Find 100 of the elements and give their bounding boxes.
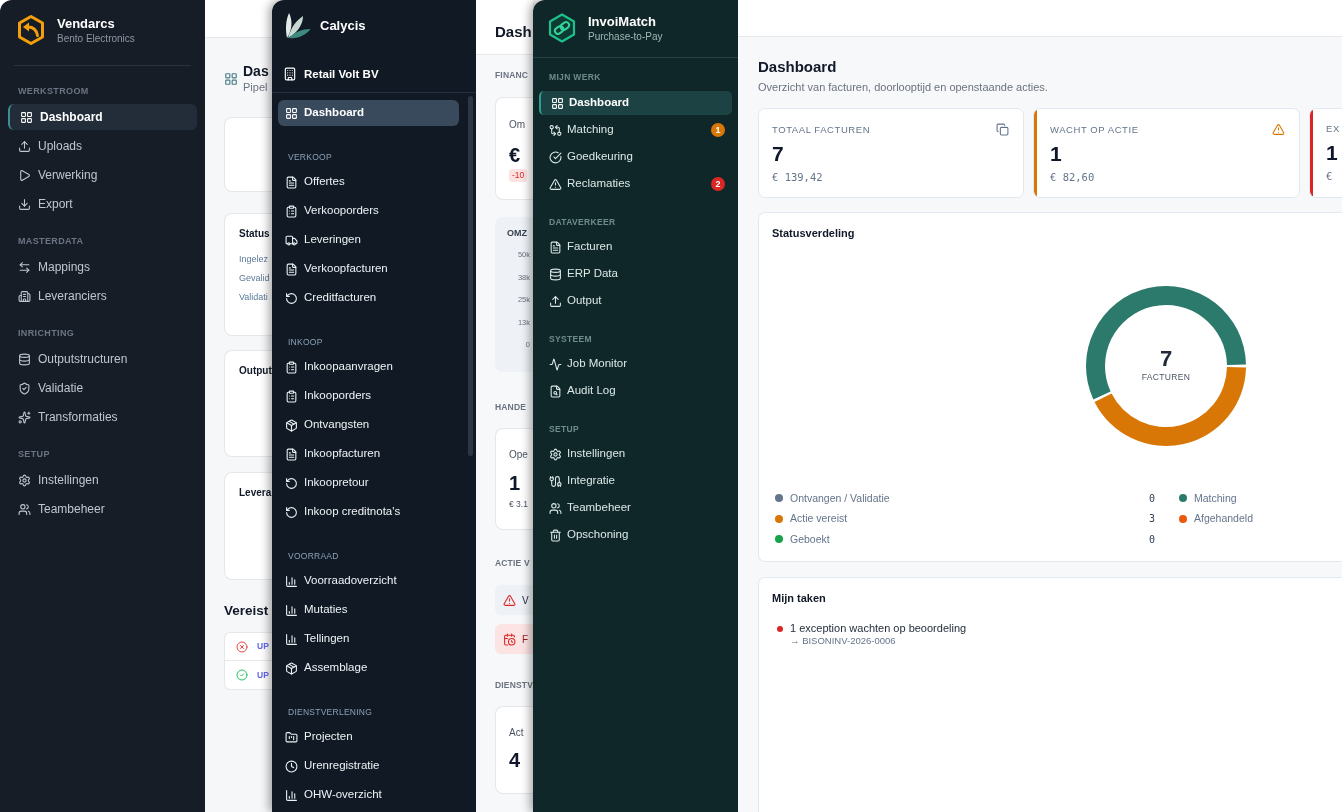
section-label: DIENSTV [495, 680, 533, 690]
row-text: UP [257, 641, 269, 652]
page-subtitle: Pipel [243, 80, 269, 94]
legend-label: Matching [1194, 491, 1237, 505]
nav-item[interactable]: Inkooporders [278, 383, 459, 409]
nav-item[interactable]: Mutaties [278, 597, 459, 623]
urgent-alert[interactable]: F [495, 624, 533, 654]
folder-icon [285, 730, 298, 744]
nav-item[interactable]: Inkoopretour [278, 470, 459, 496]
nav-item[interactable]: Assemblage [278, 655, 459, 681]
database-icon [549, 267, 562, 281]
task-text: 1 exception wachten op beoordeling [790, 621, 967, 635]
card-title: Status [239, 227, 271, 240]
bar-chart-icon [285, 788, 298, 802]
pulse-icon [549, 357, 562, 371]
section-label: DATAVERKEER [548, 217, 617, 227]
nav-item[interactable]: Instellingen [539, 442, 732, 466]
nav-item[interactable]: Offertes [278, 169, 459, 195]
clock-icon [285, 759, 298, 773]
alert-row[interactable]: V [495, 585, 533, 615]
document-icon [285, 447, 298, 461]
nav-item[interactable]: Output [539, 289, 732, 313]
nav-item[interactable]: Outputstructuren [8, 346, 197, 372]
nav-item[interactable]: Inkoop creditnota's [278, 499, 459, 525]
nav-item[interactable]: Transformaties [8, 404, 197, 430]
bar-chart-icon [285, 603, 298, 617]
legend-count: 0 [1148, 491, 1155, 505]
nav-item[interactable]: Instellingen [8, 467, 197, 493]
card-amount: € 3.1 [509, 499, 528, 510]
nav-item[interactable]: Inkoopaanvragen [278, 354, 459, 380]
card-label: Om [509, 119, 526, 131]
stat-label: EX [1326, 123, 1340, 135]
nav-item[interactable]: Projecten [278, 724, 459, 750]
nav-item[interactable]: Goedkeuring [539, 145, 732, 169]
app-tagline: Purchase-to-Pay [588, 29, 663, 43]
section-label: INKOOP [287, 337, 324, 347]
organization-name: Retail Volt BV [304, 67, 379, 81]
trash-icon [549, 528, 562, 542]
nav-item[interactable]: Verkoopfacturen [278, 256, 459, 282]
stat-amount: € [1326, 169, 1334, 183]
section-label: SETUP [17, 449, 51, 460]
truck-icon [285, 233, 298, 247]
nav-item[interactable]: Export [8, 191, 197, 217]
section-label: VOORRAAD [287, 551, 340, 561]
nav-item[interactable]: Dashboard [278, 100, 459, 126]
stat-label: TOTAAL FACTUREN [772, 123, 871, 136]
database-icon [18, 352, 31, 366]
total-value: 7 [1159, 345, 1173, 372]
nav-item[interactable]: Validatie [8, 375, 197, 401]
nav-item[interactable]: Teambeheer [8, 496, 197, 522]
nav-item[interactable]: Integratie [539, 469, 732, 493]
legend-label: Geboekt [790, 532, 830, 546]
status-label: Gevalid [239, 272, 271, 284]
nav-item[interactable]: Leveranciers [8, 283, 197, 309]
stat-amount: € 139,42 [772, 170, 824, 184]
warning-icon [503, 593, 516, 607]
scrollbar-thumb[interactable] [468, 96, 473, 456]
nav-item[interactable]: Mappings [8, 254, 197, 280]
nav-item[interactable]: Opschoning [539, 523, 732, 547]
stat-value: 1 [1326, 142, 1339, 164]
task-reference: → BISONINV-2026-0006 [790, 635, 897, 647]
nav-item[interactable]: Verwerking [8, 162, 197, 188]
nav-item[interactable]: Inkoopfacturen [278, 441, 459, 467]
users-icon [18, 502, 31, 516]
nav-item[interactable]: Dashboard [539, 91, 732, 115]
row-text: UP [257, 669, 269, 681]
legend-label: Ontvangen / Validatie [790, 491, 890, 505]
nav-item[interactable]: Job Monitor [539, 352, 732, 376]
card-label: Act [509, 727, 524, 739]
nav-item[interactable]: Teambeheer [539, 496, 732, 520]
nav-item[interactable]: Voorraadoverzicht [278, 568, 459, 594]
nav-item[interactable]: Facturen [539, 235, 732, 259]
nav-item[interactable]: Matching 1 [539, 118, 732, 142]
nav-item[interactable]: Verkooporders [278, 198, 459, 224]
undo-icon [285, 476, 298, 490]
nav-item[interactable]: Creditfacturen [278, 285, 459, 311]
section-title: Vereist [224, 602, 270, 619]
nav-item[interactable]: Urenregistratie [278, 753, 459, 779]
total-label: FACTUREN [1141, 371, 1191, 383]
nav-item[interactable]: Uploads [8, 133, 197, 159]
nav-item[interactable]: Leveringen [278, 227, 459, 253]
undo-icon [285, 291, 298, 305]
nav-item[interactable]: Tellingen [278, 626, 459, 652]
nav-item[interactable]: OHW-overzicht [278, 782, 459, 808]
nav-item[interactable]: Dashboard [8, 104, 197, 130]
count-badge: 2 [711, 177, 725, 191]
nav-item[interactable]: ERP Data [539, 262, 732, 286]
bar-chart-icon [285, 632, 298, 646]
section-label: SETUP [548, 424, 581, 434]
card-title: Mijn taken [772, 591, 827, 605]
grid-icon [285, 106, 298, 120]
upload-icon [18, 139, 31, 153]
nav-item[interactable]: Reclamaties 2 [539, 172, 732, 196]
document-icon [285, 175, 298, 189]
clipboard-icon [285, 360, 298, 374]
document-icon [285, 262, 298, 276]
hexagon-link-logo [548, 13, 576, 43]
nav-item[interactable]: Audit Log [539, 379, 732, 403]
grid-icon [224, 71, 238, 86]
nav-item[interactable]: Ontvangsten [278, 412, 459, 438]
